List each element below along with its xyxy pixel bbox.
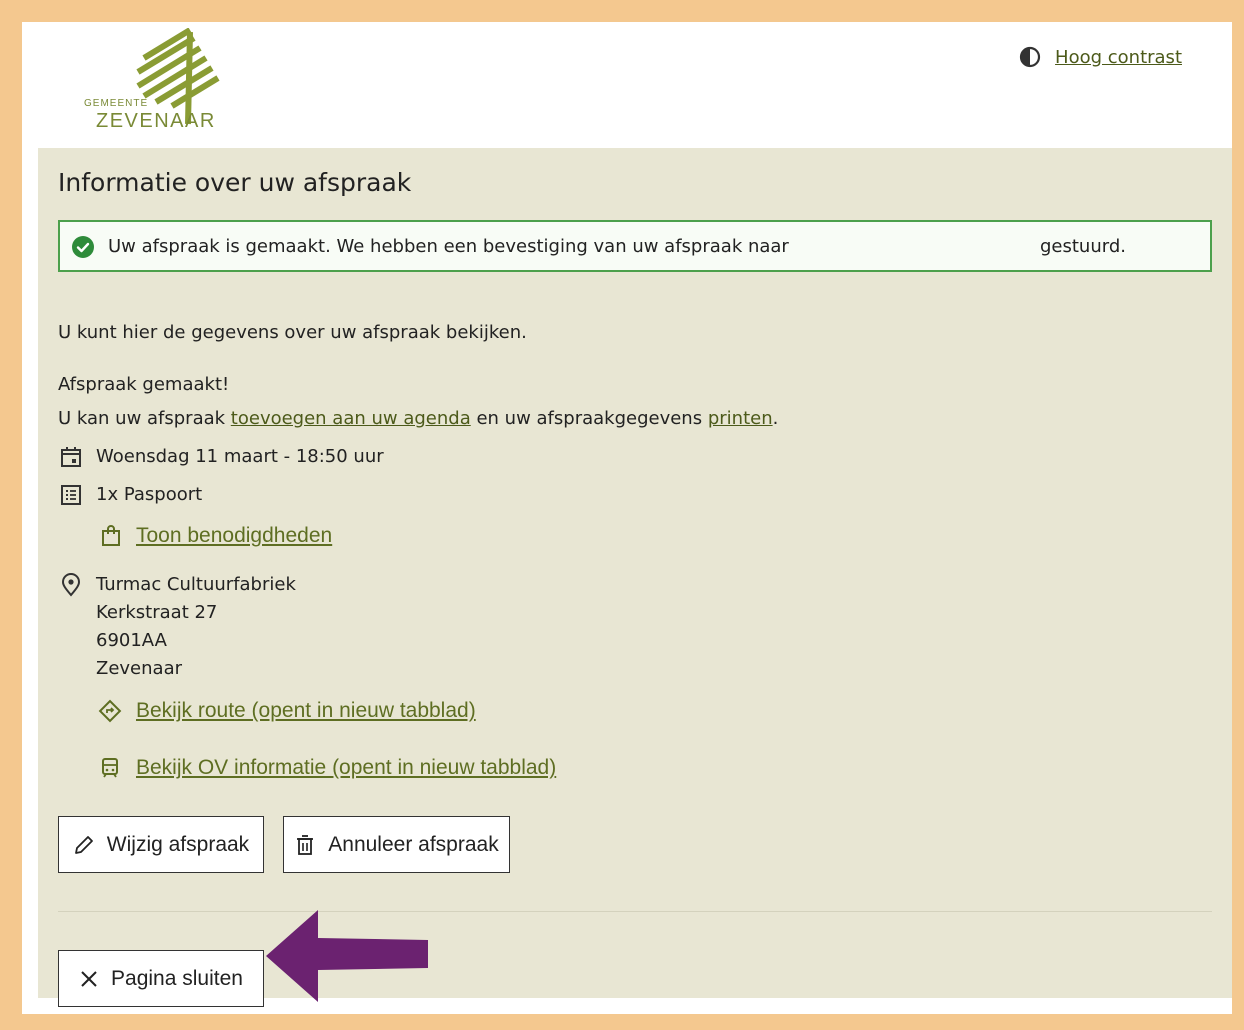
print-link[interactable]: printen (708, 408, 773, 429)
directions-icon (98, 699, 122, 723)
add-to-calendar-link[interactable]: toevoegen aan uw agenda (231, 408, 471, 429)
half-circle-icon (1019, 46, 1041, 68)
annotation-arrow-icon (266, 910, 428, 1002)
check-circle-icon (72, 236, 94, 258)
location-pin-icon (61, 573, 81, 597)
location-postcode: 6901AA (96, 630, 167, 651)
appointment-made-text: Afspraak gemaakt! (58, 374, 230, 395)
site-header: GEMEENTE ZEVENAAR Hoog contrast (22, 22, 1232, 148)
train-icon (102, 758, 118, 778)
trash-icon (297, 834, 314, 855)
shopping-bag-icon (102, 525, 120, 546)
section-divider (58, 911, 1212, 912)
edit-appointment-button[interactable]: Wijzig afspraak (58, 816, 264, 873)
high-contrast-label: Hoog contrast (1055, 46, 1182, 68)
intro-text: U kunt hier de gegevens over uw afspraak… (58, 322, 527, 343)
public-transport-link[interactable]: Bekijk OV informatie (opent in nieuw tab… (98, 756, 556, 780)
alert-message-end: gestuurd. (1040, 236, 1126, 257)
list-icon (61, 485, 81, 505)
close-icon (81, 970, 97, 987)
location-name: Turmac Cultuurfabriek (96, 574, 296, 595)
pencil-icon (74, 835, 93, 854)
show-requirements-link[interactable]: Toon benodigdheden (100, 524, 332, 548)
calendar-icon (61, 447, 81, 467)
alert-message: Uw afspraak is gemaakt. We hebben een be… (108, 236, 789, 257)
app-window: GEMEENTE ZEVENAAR Hoog contrast Informat… (22, 22, 1232, 1014)
location-street: Kerkstraat 27 (96, 602, 218, 623)
route-link-label: Bekijk route (opent in nieuw tabblad) (136, 699, 476, 722)
appointment-datetime: Woensdag 11 maart - 18:50 uur (96, 446, 384, 467)
close-page-button[interactable]: Pagina sluiten (58, 950, 264, 1007)
cancel-appointment-label: Annuleer afspraak (328, 832, 499, 856)
route-link[interactable]: Bekijk route (opent in nieuw tabblad) (98, 699, 476, 723)
logo-text-small: GEMEENTE (84, 98, 149, 109)
cancel-appointment-button[interactable]: Annuleer afspraak (283, 816, 510, 873)
page-title: Informatie over uw afspraak (58, 168, 412, 197)
gemeente-zevenaar-logo[interactable]: GEMEENTE ZEVENAAR (82, 27, 242, 140)
show-requirements-label: Toon benodigdheden (136, 524, 333, 547)
appointment-product: 1x Paspoort (96, 484, 203, 505)
agenda-sentence-middle: en uw afspraakgegevens (470, 408, 708, 429)
location-city: Zevenaar (96, 658, 183, 679)
logo-text-large: ZEVENAAR (96, 110, 216, 132)
public-transport-link-label: Bekijk OV informatie (opent in nieuw tab… (136, 756, 557, 779)
high-contrast-toggle[interactable]: Hoog contrast (1019, 46, 1182, 68)
agenda-sentence: U kan uw afspraak toevoegen aan uw agend… (58, 408, 778, 429)
agenda-sentence-end: . (772, 408, 779, 429)
success-alert: Uw afspraak is gemaakt. We hebben een be… (58, 220, 1212, 272)
appointment-panel: Informatie over uw afspraak Uw afspraak … (38, 148, 1232, 1007)
close-page-label: Pagina sluiten (111, 966, 243, 990)
agenda-sentence-start: U kan uw afspraak (58, 408, 231, 429)
edit-appointment-label: Wijzig afspraak (106, 832, 250, 856)
